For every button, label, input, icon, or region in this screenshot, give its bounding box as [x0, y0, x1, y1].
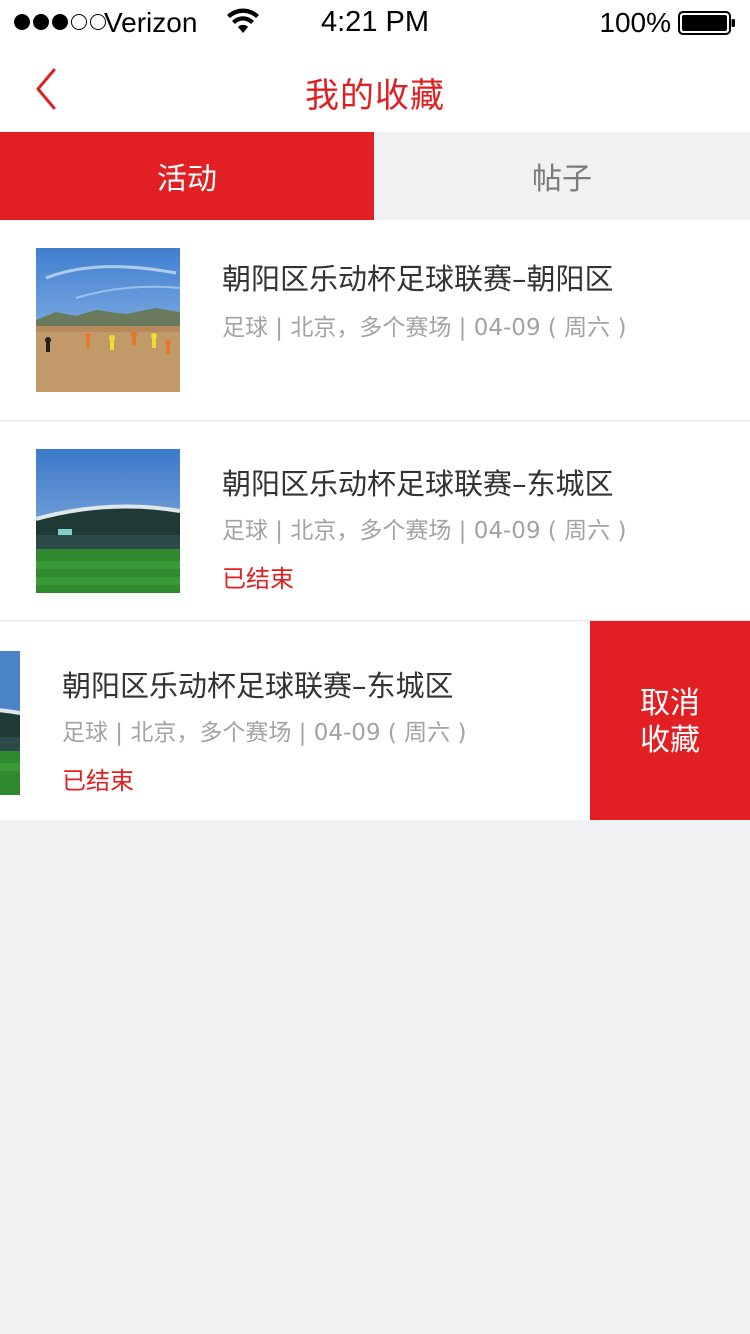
tab-activities[interactable]: 活动 [0, 132, 374, 220]
status-ended-label: 已结束 [62, 767, 134, 795]
unfavorite-button[interactable]: 取消 收藏 [590, 621, 750, 820]
page-title: 我的收藏 [305, 76, 445, 116]
status-bar: Verizon 4:21 PM 100% [0, 0, 750, 44]
list-item[interactable]: 朝阳区乐动杯足球联赛–朝阳区 足球 | 北京，多个赛场 | 04-09 ( 周六… [0, 220, 750, 420]
list-item-swiped[interactable]: 朝阳区乐动杯足球联赛–东城区 足球 | 北京，多个赛场 | 04-09 ( 周六… [0, 620, 750, 820]
battery-percent: 100% [599, 7, 671, 38]
event-meta: 足球 | 北京，多个赛场 | 04-09 ( 周六 ) [62, 720, 467, 746]
event-meta: 足球 | 北京，多个赛场 | 04-09 ( 周六 ) [222, 315, 627, 341]
event-title: 朝阳区乐动杯足球联赛–东城区 [222, 467, 614, 501]
swipe-content[interactable]: 朝阳区乐动杯足球联赛–东城区 足球 | 北京，多个赛场 | 04-09 ( 周六… [0, 621, 590, 820]
battery-icon [678, 11, 735, 35]
event-title: 朝阳区乐动杯足球联赛–朝阳区 [222, 262, 614, 296]
navigation-bar: 我的收藏 [0, 44, 750, 132]
list-item[interactable]: 朝阳区乐动杯足球联赛–东城区 足球 | 北京，多个赛场 | 04-09 ( 周六… [0, 420, 750, 620]
favorites-list: 朝阳区乐动杯足球联赛–朝阳区 足球 | 北京，多个赛场 | 04-09 ( 周六… [0, 220, 750, 820]
unfavorite-label-line2: 收藏 [640, 722, 700, 758]
event-meta: 足球 | 北京，多个赛场 | 04-09 ( 周六 ) [222, 518, 627, 544]
tab-posts[interactable]: 帖子 [374, 132, 750, 220]
event-thumbnail [36, 449, 180, 593]
unfavorite-label-line1: 取消 [640, 685, 700, 721]
event-thumbnail [36, 248, 180, 392]
event-title: 朝阳区乐动杯足球联赛–东城区 [62, 669, 454, 703]
segment-tabs: 活动 帖子 [0, 132, 750, 220]
event-thumbnail [0, 651, 20, 795]
status-ended-label: 已结束 [222, 565, 294, 593]
